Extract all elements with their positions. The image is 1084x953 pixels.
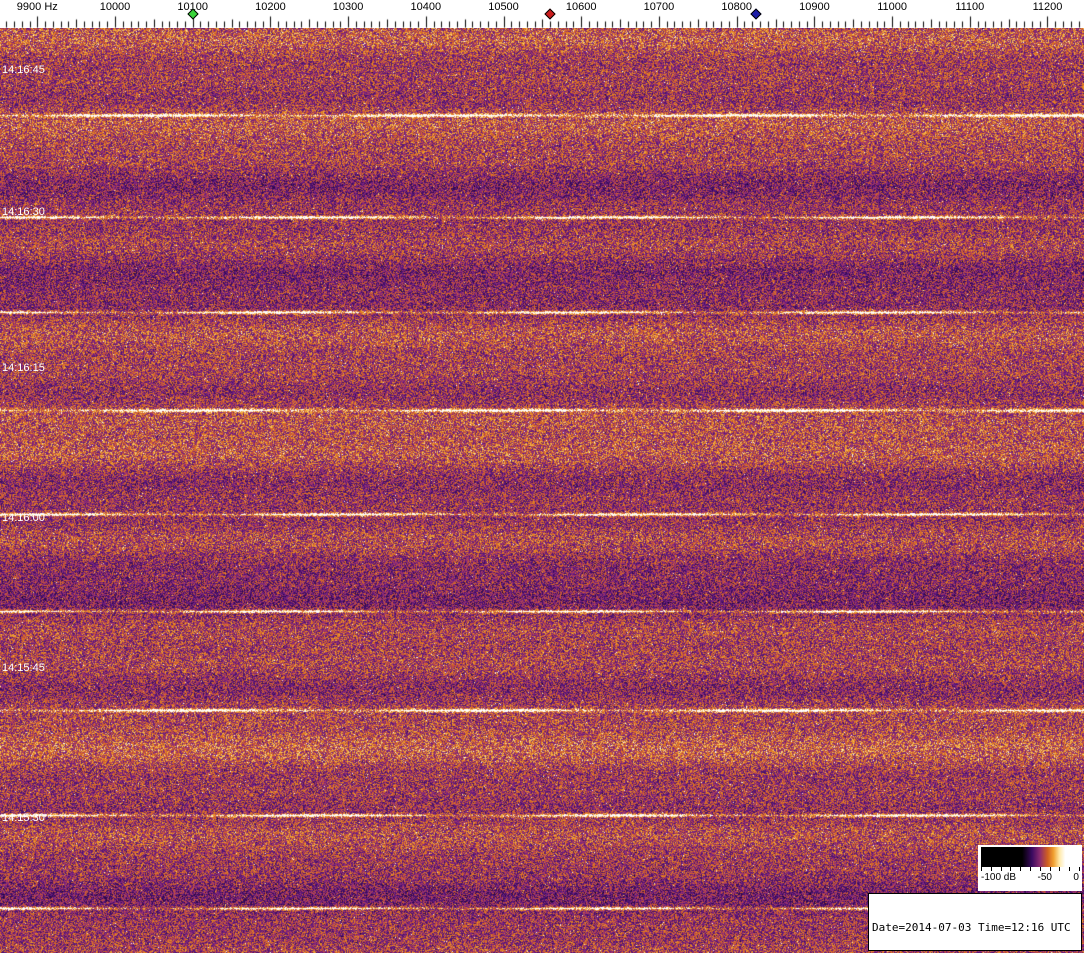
- colorbar-tick: [1030, 867, 1031, 871]
- colorbar-tick: [1010, 867, 1011, 871]
- colorbar-tick: [981, 867, 982, 871]
- colorbar-tick: [1050, 867, 1051, 871]
- colorbar-mid-label: -50: [1038, 872, 1052, 884]
- colorbar-tick: [1059, 867, 1060, 871]
- colorbar-max-label: 0: [1073, 872, 1079, 884]
- colorbar-labels: -100 dB -50 0: [981, 872, 1079, 884]
- freq-axis-label: 10300: [333, 1, 364, 14]
- time-axis-label: 14:16:00: [2, 511, 45, 525]
- freq-axis-label: 10900: [799, 1, 830, 14]
- spectrogram-screen: 9900 Hz 10000 10100 10200 10300 10400 10500 106…: [0, 0, 1084, 953]
- spectrogram-waterfall-canvas: [0, 28, 1084, 953]
- colorbar-legend: -100 dB -50 0: [978, 845, 1082, 891]
- frequency-axis: 9900 Hz 10000 10100 10200 10300 10400 10500 106…: [0, 0, 1084, 28]
- frequency-axis-ticks: [0, 0, 1084, 28]
- freq-axis-label: 9900 Hz: [17, 1, 58, 14]
- time-axis-label: 14:15:30: [2, 811, 45, 825]
- colorbar-tick: [991, 867, 992, 871]
- freq-axis-label: 10800: [721, 1, 752, 14]
- station-info-box: Date=2014-07-03 Time=12:16 UTC Freq=143 …: [868, 893, 1082, 951]
- freq-axis-label: 10400: [411, 1, 442, 14]
- freq-axis-label: 10700: [644, 1, 675, 14]
- freq-axis-label: 10000: [100, 1, 131, 14]
- freq-axis-label: 11100: [955, 1, 984, 14]
- time-axis-label: 14:16:45: [2, 63, 45, 77]
- colorbar-tick: [1001, 867, 1002, 871]
- colorbar-tick-ruler: [981, 867, 1079, 872]
- time-axis-label: 14:16:15: [2, 361, 45, 375]
- freq-axis-label: 10500: [488, 1, 519, 14]
- freq-axis-label: 10200: [255, 1, 286, 14]
- info-date-time: Date=2014-07-03 Time=12:16 UTC: [872, 921, 1078, 934]
- colorbar-tick: [1069, 867, 1070, 871]
- colorbar-tick: [1079, 867, 1080, 871]
- time-axis-label: 14:15:45: [2, 661, 45, 675]
- colorbar-min-label: -100 dB: [981, 872, 1016, 884]
- colorbar-tick: [1040, 867, 1041, 871]
- colorbar-tick: [1020, 867, 1021, 871]
- freq-axis-label: 10600: [566, 1, 597, 14]
- colorbar-gradient: [981, 847, 1079, 867]
- time-axis-label: 14:16:30: [2, 205, 45, 219]
- freq-axis-label: 11000: [877, 1, 907, 14]
- freq-axis-label: 11200: [1033, 1, 1063, 14]
